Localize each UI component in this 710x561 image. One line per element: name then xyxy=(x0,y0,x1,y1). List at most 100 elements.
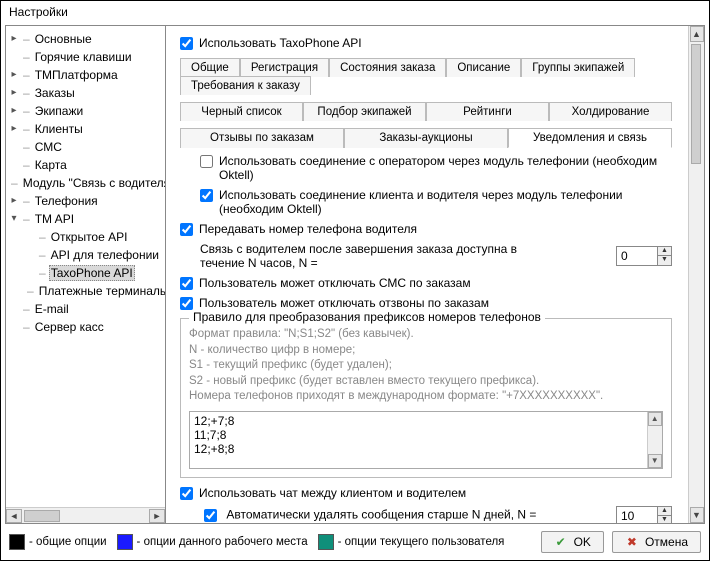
hint-line: S2 - новый префикс (будет вставлен вмест… xyxy=(189,374,663,390)
tree-item[interactable]: –E-mail xyxy=(6,300,165,318)
spin-down-icon[interactable]: ▼ xyxy=(657,256,671,265)
spin-up-icon[interactable]: ▲ xyxy=(657,247,671,256)
tab[interactable]: Отзывы по заказам xyxy=(180,128,344,148)
disable-callback-checkbox[interactable] xyxy=(180,297,193,310)
contact-after-spinner[interactable]: ▲ ▼ xyxy=(616,246,672,266)
forward-driver-phone-checkbox[interactable] xyxy=(180,223,193,236)
tree-bullet: – xyxy=(20,212,33,226)
cross-icon: ✖ xyxy=(625,535,639,549)
tree-expand-icon[interactable]: ▸ xyxy=(8,69,20,81)
tree-item[interactable]: –Карта xyxy=(6,156,165,174)
auto-delete-checkbox[interactable] xyxy=(204,509,217,522)
tree-item[interactable]: –СМС xyxy=(6,138,165,156)
legend-item: - общие опции xyxy=(9,534,107,550)
prefix-rule-hint: Формат правила: "N;S1;S2" (без кавычек).… xyxy=(189,327,663,405)
tree-bullet: – xyxy=(20,320,33,334)
tree-expand-icon[interactable]: ▸ xyxy=(8,105,20,117)
tree-item[interactable]: –API для телефонии xyxy=(6,246,165,264)
cancel-button[interactable]: ✖ Отмена xyxy=(612,531,701,553)
contact-after-input[interactable] xyxy=(617,247,657,265)
tree-item[interactable]: ▾–TM API xyxy=(6,210,165,228)
tree-item-label: Телефония xyxy=(33,194,100,208)
prefix-rule-group: Правило для преобразования префиксов ном… xyxy=(180,318,672,478)
tree-bullet: – xyxy=(20,122,33,136)
tree-expand-icon[interactable]: ▸ xyxy=(8,33,20,45)
window-title: Настройки xyxy=(1,1,709,23)
tree-item-label: Открытое API xyxy=(49,230,130,244)
auto-delete-input[interactable] xyxy=(617,507,657,523)
ok-button-label: OK xyxy=(574,535,591,549)
scroll-down-icon[interactable]: ▼ xyxy=(648,454,662,468)
tree-item-label: Сервер касс xyxy=(33,320,106,334)
tree-item-label: Клиенты xyxy=(33,122,85,136)
use-chat-checkbox[interactable] xyxy=(180,487,193,500)
ok-button[interactable]: ✔ OK xyxy=(541,531,604,553)
auto-delete-spinner[interactable]: ▲ ▼ xyxy=(616,506,672,523)
footer: - общие опции - опции данного рабочего ме… xyxy=(5,528,705,556)
tree-item[interactable]: ▸–Заказы xyxy=(6,84,165,102)
tab[interactable]: Регистрация xyxy=(240,58,329,77)
scroll-right-icon[interactable]: ► xyxy=(149,509,165,523)
tab[interactable]: Уведомления и связь xyxy=(508,128,672,148)
tree-item[interactable]: –Горячие клавиши xyxy=(6,48,165,66)
tree-item[interactable]: –Открытое API xyxy=(6,228,165,246)
spin-down-icon[interactable]: ▼ xyxy=(657,516,671,523)
tree-item[interactable]: –Платежные терминалы xyxy=(6,282,165,300)
tree-bullet: – xyxy=(36,266,49,280)
scroll-thumb[interactable] xyxy=(691,44,701,164)
tree-item-label: ТМПлатформа xyxy=(33,68,120,82)
tree-bullet: – xyxy=(20,302,33,316)
scroll-left-icon[interactable]: ◄ xyxy=(6,509,22,523)
tab[interactable]: Группы экипажей xyxy=(521,58,635,77)
tree-item[interactable]: ▸–Клиенты xyxy=(6,120,165,138)
scroll-thumb[interactable] xyxy=(24,510,60,522)
tree-item[interactable]: ▸–Телефония xyxy=(6,192,165,210)
use-taxophone-api-label: Использовать TaxoPhone API xyxy=(199,36,362,50)
hint-line: Номера телефонов приходят в международно… xyxy=(189,389,663,405)
tab[interactable]: Черный список xyxy=(180,102,303,121)
tab[interactable]: Состояния заказа xyxy=(329,58,446,77)
tree-item-label: СМС xyxy=(33,140,64,154)
disable-sms-checkbox[interactable] xyxy=(180,277,193,290)
tree-item[interactable]: ▸–ТМПлатформа xyxy=(6,66,165,84)
tab[interactable]: Описание xyxy=(446,58,521,77)
tab[interactable]: Рейтинги xyxy=(426,102,549,121)
use-taxophone-api-checkbox[interactable] xyxy=(180,37,193,50)
tree-expand-icon[interactable]: ▸ xyxy=(8,195,20,207)
tree-item[interactable]: ▸–Основные xyxy=(6,30,165,48)
oktell-operator-checkbox[interactable] xyxy=(200,155,213,168)
scroll-up-icon[interactable]: ▲ xyxy=(690,26,704,42)
legend-label: - опции данного рабочего места xyxy=(137,536,308,548)
tree-collapse-icon[interactable]: ▾ xyxy=(8,213,20,225)
legend-label: - опции текущего пользователя xyxy=(338,536,505,548)
tree-bullet: – xyxy=(20,50,33,64)
tree-item-label: Основные xyxy=(33,32,94,46)
prefix-rule-textarea[interactable] xyxy=(190,412,647,468)
tree-expand-icon[interactable]: ▸ xyxy=(8,123,20,135)
tab[interactable]: Заказы-аукционы xyxy=(344,128,508,148)
tab[interactable]: Холдирование xyxy=(549,102,672,121)
tab[interactable]: Требования к заказу xyxy=(180,76,311,95)
tree-item[interactable]: –Модуль "Связь с водителями" xyxy=(6,174,165,192)
tree-item[interactable]: –Сервер касс xyxy=(6,318,165,336)
scroll-down-icon[interactable]: ▼ xyxy=(690,507,704,523)
legend-item: - опции текущего пользователя xyxy=(318,534,505,550)
tree-item[interactable]: ▸–Экипажи xyxy=(6,102,165,120)
tree-horizontal-scrollbar[interactable]: ◄ ► xyxy=(6,507,165,523)
textarea-scrollbar[interactable]: ▲ ▼ xyxy=(647,412,663,468)
tree-bullet: – xyxy=(36,230,49,244)
tree-bullet: – xyxy=(20,32,33,46)
spin-up-icon[interactable]: ▲ xyxy=(657,507,671,516)
tab[interactable]: Подбор экипажей xyxy=(303,102,426,121)
oktell-client-driver-checkbox[interactable] xyxy=(200,189,213,202)
content-vertical-scrollbar[interactable]: ▲ ▼ xyxy=(688,26,704,523)
tree-bullet: – xyxy=(20,104,33,118)
prefix-rule-legend: Правило для преобразования префиксов ном… xyxy=(189,310,545,324)
tree-item[interactable]: –TaxoPhone API xyxy=(6,264,165,282)
tree-expand-icon[interactable]: ▸ xyxy=(8,87,20,99)
tree-item-label: TM API xyxy=(33,212,76,226)
tab[interactable]: Общие xyxy=(180,58,240,77)
hint-line: Формат правила: "N;S1;S2" (без кавычек). xyxy=(189,327,663,343)
scroll-up-icon[interactable]: ▲ xyxy=(648,412,662,426)
contact-after-label: Связь с водителем после завершения заказ… xyxy=(200,242,560,270)
